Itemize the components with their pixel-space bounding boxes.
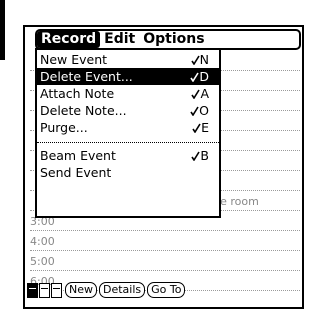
goto-button[interactable]: Go To <box>147 282 186 298</box>
menu-item-beam-event[interactable]: Beam Event B <box>37 147 219 164</box>
time-slot[interactable]: 5:00 <box>30 250 300 271</box>
menu-item-label: Beam Event <box>40 148 116 163</box>
menu-item-label: Delete Event... <box>40 69 133 84</box>
menu-bar: Record Edit Options <box>35 29 301 50</box>
menu-item-label: New Event <box>40 52 108 67</box>
record-menu-dropdown: New Event N Delete Event... D Attach Not… <box>35 48 221 218</box>
graffiti-stroke-icon <box>190 55 200 66</box>
menu-item-shortcut: O <box>190 102 209 119</box>
menu-record[interactable]: Record <box>37 31 101 48</box>
menu-options[interactable]: Options <box>139 31 208 48</box>
menu-item-purge[interactable]: Purge... E <box>37 119 219 136</box>
menu-item-shortcut: D <box>190 68 209 85</box>
menu-item-new-event[interactable]: New Event N <box>37 51 219 68</box>
time-label: 4:00 <box>30 235 55 248</box>
menu-item-shortcut: A <box>191 85 209 102</box>
day-view-icon[interactable] <box>27 282 38 298</box>
menu-item-shortcut: B <box>191 147 209 164</box>
menu-item-label: Purge... <box>40 120 88 135</box>
menu-item-delete-event[interactable]: Delete Event... D <box>37 68 219 85</box>
time-slot[interactable]: 4:00 <box>30 230 300 251</box>
graffiti-stroke-icon <box>190 106 199 117</box>
menu-item-delete-note[interactable]: Delete Note... O <box>37 102 219 119</box>
bottom-toolbar: New Details Go To <box>27 279 299 301</box>
week-view-icon[interactable] <box>39 282 50 298</box>
menu-item-shortcut: E <box>192 119 209 136</box>
left-border <box>0 0 5 60</box>
menu-item-send-event[interactable]: Send Event <box>37 164 219 181</box>
details-button[interactable]: Details <box>99 282 146 298</box>
menu-item-label: Attach Note <box>40 86 115 101</box>
menu-item-label: Send Event <box>40 165 112 180</box>
new-button[interactable]: New <box>65 282 97 298</box>
time-label: 5:00 <box>30 255 55 268</box>
menu-separator <box>37 142 219 143</box>
month-view-icon[interactable] <box>51 282 62 298</box>
menu-edit[interactable]: Edit <box>100 31 139 48</box>
graffiti-stroke-icon <box>192 123 201 134</box>
datebook-screen: rence room 3:00 4:00 5:00 6:00 Record Ed… <box>23 25 304 309</box>
graffiti-stroke-icon <box>190 72 200 83</box>
top-border <box>0 0 323 7</box>
menu-item-shortcut: N <box>190 51 209 68</box>
menu-item-label: Delete Note... <box>40 103 127 118</box>
menu-item-attach-note[interactable]: Attach Note A <box>37 85 219 102</box>
